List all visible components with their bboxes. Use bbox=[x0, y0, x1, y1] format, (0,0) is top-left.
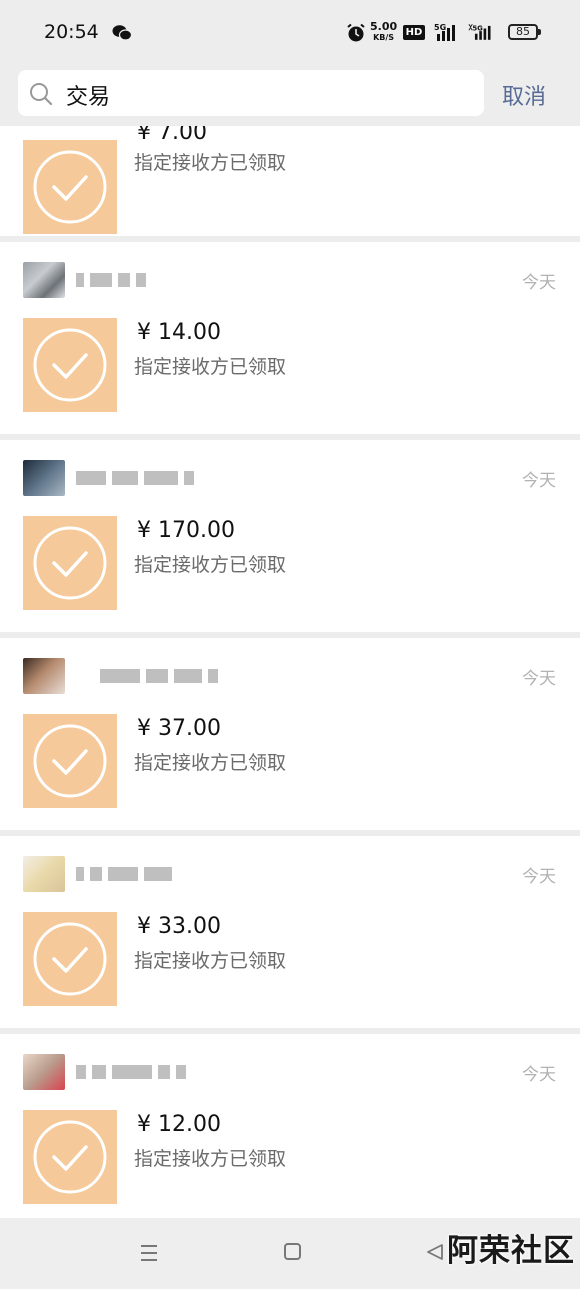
transaction-date: 今天 bbox=[522, 867, 556, 887]
check-circle-icon bbox=[33, 526, 107, 600]
transaction-status: 指定接收方已领取 bbox=[134, 950, 287, 972]
check-circle-icon bbox=[33, 724, 107, 798]
cancel-button[interactable]: 取消 bbox=[502, 79, 546, 111]
check-circle-icon bbox=[33, 328, 107, 402]
home-icon[interactable] bbox=[284, 1243, 301, 1260]
avatar bbox=[23, 856, 65, 892]
transaction-card[interactable]: 今天 ¥ 14.00 指定接收方已领取 bbox=[0, 242, 580, 434]
svg-text:5G: 5G bbox=[434, 23, 446, 32]
hd-icon: HD bbox=[403, 25, 425, 40]
search-query: 交易 bbox=[66, 85, 111, 110]
transaction-list[interactable]: ¥ 7.00 指定接收方已领取 今天 ¥ 14.00 指定接收方已领取 今天 ¥… bbox=[0, 126, 580, 1218]
transaction-card[interactable]: 今天 ¥ 37.00 指定接收方已领取 bbox=[0, 638, 580, 830]
avatar bbox=[23, 658, 65, 694]
signal-icon-2: 5G bbox=[468, 23, 491, 40]
transfer-thumbnail bbox=[23, 516, 117, 610]
transaction-amount: ¥ 7.00 bbox=[137, 126, 207, 145]
signal-icon: 5G bbox=[434, 23, 455, 41]
transaction-amount: ¥ 14.00 bbox=[137, 320, 221, 345]
transaction-date: 今天 bbox=[522, 273, 556, 293]
svg-text:5G: 5G bbox=[472, 24, 483, 32]
transaction-status: 指定接收方已领取 bbox=[134, 752, 287, 774]
search-input[interactable]: 交易 bbox=[18, 70, 484, 116]
search-icon bbox=[30, 83, 53, 106]
watermark: 阿荣社区 bbox=[447, 1233, 575, 1269]
check-circle-icon bbox=[33, 922, 107, 996]
transaction-card[interactable]: 今天 ¥ 33.00 指定接收方已领取 bbox=[0, 836, 580, 1028]
sender-name-blurred bbox=[76, 1064, 192, 1084]
transaction-amount: ¥ 170.00 bbox=[137, 518, 235, 543]
transfer-thumbnail bbox=[23, 140, 117, 234]
transaction-amount: ¥ 33.00 bbox=[137, 914, 221, 939]
transaction-card[interactable]: ¥ 7.00 指定接收方已领取 bbox=[0, 126, 580, 236]
sender-name-blurred bbox=[76, 272, 152, 292]
transfer-thumbnail bbox=[23, 714, 117, 808]
status-time: 20:54 bbox=[44, 21, 99, 43]
check-circle-icon bbox=[33, 150, 107, 224]
back-icon[interactable] bbox=[426, 1243, 444, 1261]
check-circle-icon bbox=[33, 1120, 107, 1194]
net-speed: 5.00 KB/S bbox=[370, 20, 398, 42]
transfer-thumbnail bbox=[23, 1110, 117, 1204]
transfer-thumbnail bbox=[23, 912, 117, 1006]
sender-name-blurred bbox=[76, 866, 178, 886]
transaction-date: 今天 bbox=[522, 471, 556, 491]
avatar bbox=[23, 1054, 65, 1090]
menu-icon[interactable] bbox=[140, 1244, 158, 1262]
transaction-amount: ¥ 12.00 bbox=[137, 1112, 221, 1137]
transaction-status: 指定接收方已领取 bbox=[134, 1148, 287, 1170]
avatar bbox=[23, 262, 65, 298]
transaction-card[interactable]: 今天 ¥ 170.00 指定接收方已领取 bbox=[0, 440, 580, 632]
sender-name-blurred bbox=[100, 668, 224, 688]
transaction-status: 指定接收方已领取 bbox=[134, 554, 287, 576]
battery-icon: 85 bbox=[508, 24, 541, 40]
transfer-thumbnail bbox=[23, 318, 117, 412]
avatar bbox=[23, 460, 65, 496]
transaction-date: 今天 bbox=[522, 669, 556, 689]
wechat-icon bbox=[112, 25, 132, 41]
transaction-amount: ¥ 37.00 bbox=[137, 716, 221, 741]
alarm-icon bbox=[347, 23, 365, 42]
sender-name-blurred bbox=[76, 470, 200, 490]
transaction-card[interactable]: 今天 ¥ 12.00 指定接收方已领取 bbox=[0, 1034, 580, 1218]
transaction-date: 今天 bbox=[522, 1065, 556, 1085]
search-bar: 交易 取消 bbox=[0, 66, 580, 126]
transaction-status: 指定接收方已领取 bbox=[134, 356, 287, 378]
status-bar: 20:54 5.00 KB/S HD 5G 5G 85 bbox=[0, 0, 580, 66]
transaction-status: 指定接收方已领取 bbox=[134, 152, 287, 174]
